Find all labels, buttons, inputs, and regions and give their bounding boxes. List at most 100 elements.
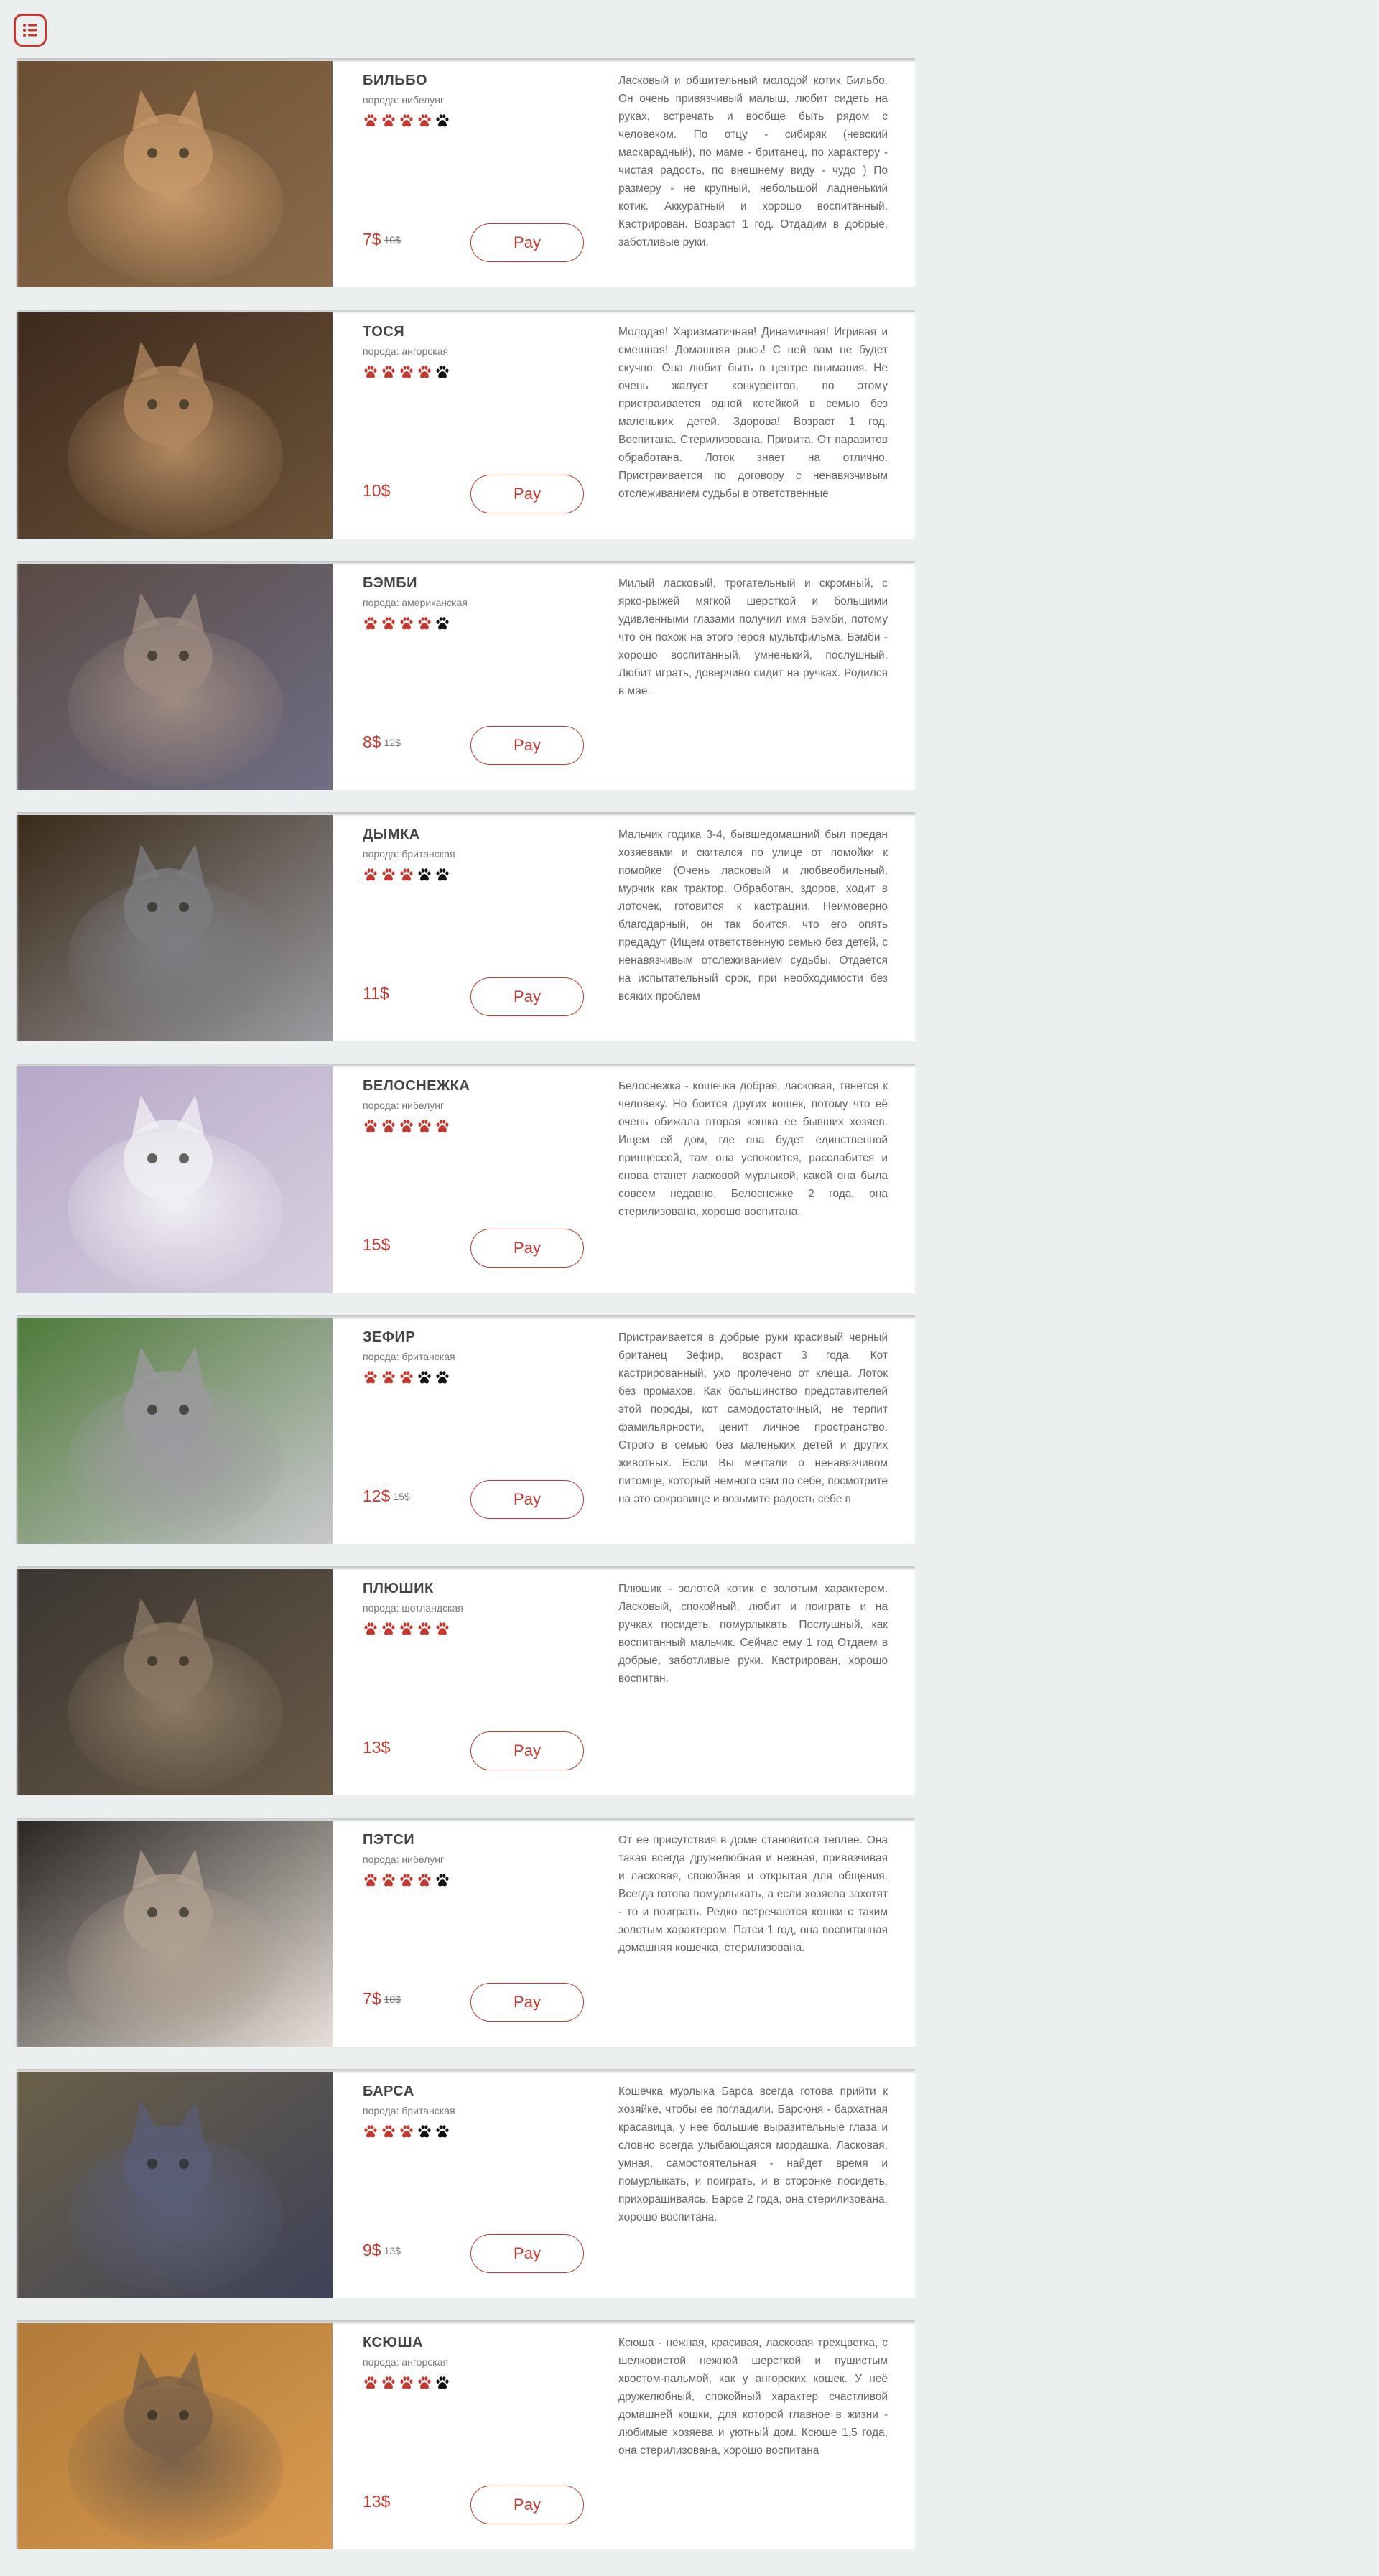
price: 7$ [363,1989,381,2008]
paw-icon [435,1621,450,1637]
rating-paws [363,364,450,380]
cat-card: БАРСА порода: британская 9$ 13$ Pay Кошеч… [16,2069,915,2298]
paw-icon [417,1621,432,1637]
rating-paws [363,1621,450,1637]
paw-icon [399,2124,414,2139]
cat-breed: порода: нибелунг [363,94,445,106]
cat-breed: порода: британская [363,1351,455,1362]
cat-info: ТОСЯ порода: ангорская 10$ Pay [363,312,600,539]
price: 10$ [363,481,391,500]
cat-description: Ласковый и общительный молодой котик Бил… [618,75,888,248]
paw-icon [435,2375,450,2391]
paw-icon [381,1621,396,1637]
paw-icon [417,2375,432,2391]
price-row: 11$ [363,984,392,1005]
pay-button[interactable]: Pay [470,977,584,1016]
cat-photo [17,61,333,287]
cat-name: ДЫМКА [363,827,420,842]
paw-icon [417,2124,432,2139]
old-price: 10$ [384,233,401,246]
rating-paws [363,2124,450,2139]
cat-name: ПЛЮШИК [363,1581,434,1596]
paw-icon [435,2124,450,2139]
cat-description: От ее присутствия в доме становится тепл… [618,1834,888,1954]
cat-photo [17,2323,333,2549]
pay-button[interactable]: Pay [470,2486,584,2524]
paw-icon [399,1621,414,1637]
paw-icon [381,2375,396,2391]
cat-photo [17,1569,333,1795]
pay-button[interactable]: Pay [470,475,584,513]
paw-icon [381,2124,396,2139]
paw-icon [363,364,379,380]
paw-icon [417,1872,432,1888]
paw-icon [399,1370,414,1385]
pay-button[interactable]: Pay [470,726,584,765]
cat-card: ДЫМКА порода: британская 11$ Pay Мальчик… [16,812,915,1041]
paw-icon [363,113,379,129]
paw-icon [363,1118,379,1134]
paw-icon [381,1872,396,1888]
cat-card: КСЮША порода: ангорская 13$ Pay Ксюша - … [16,2320,915,2549]
paw-icon [417,615,432,631]
cat-card: БЕЛОСНЕЖКА порода: нибелунг 15$ Pay Бело… [16,1064,915,1293]
paw-icon [381,364,396,380]
price: 8$ [363,733,381,751]
paw-icon [381,1118,396,1134]
pay-button[interactable]: Pay [470,223,584,262]
paw-icon [417,364,432,380]
paw-icon [381,113,396,129]
cat-card: БЭМБИ порода: американская 8$ 12$ Pay Мил… [16,561,915,790]
paw-icon [399,113,414,129]
paw-icon [417,1118,432,1134]
price-row: 15$ [363,1235,393,1257]
cat-breed: порода: американская [363,597,468,608]
price-row: 12$ 15$ [363,1487,410,1508]
paw-icon [381,867,396,883]
price-row: 13$ [363,1738,393,1759]
pay-button[interactable]: Pay [470,1229,584,1268]
paw-icon [435,867,450,883]
paw-icon [363,2124,379,2139]
paw-icon [363,615,379,631]
cat-name: ТОСЯ [363,324,405,340]
cat-breed: порода: нибелунг [363,1099,445,1111]
cat-photo [17,1318,333,1544]
pay-button[interactable]: Pay [470,2234,584,2273]
price: 7$ [363,230,381,248]
cat-breed: порода: ангорская [363,2356,449,2368]
price-row: 13$ [363,2492,393,2514]
cat-info: БАРСА порода: британская 9$ 13$ Pay [363,2072,600,2298]
cat-name: БАРСА [363,2083,414,2099]
paw-icon [381,615,396,631]
rating-paws [363,867,450,883]
old-price: 15$ [393,1490,410,1502]
paw-icon [363,1370,379,1385]
price: 15$ [363,1235,391,1254]
price-row: 7$ 10$ [363,230,401,251]
paw-icon [435,1118,450,1134]
cat-name: КСЮША [363,2335,424,2351]
cat-info: ЗЕФИР порода: британская 12$ 15$ Pay [363,1318,600,1544]
price-row: 8$ 12$ [363,733,401,754]
menu-button[interactable] [14,14,47,47]
cat-info: БЕЛОСНЕЖКА порода: нибелунг 15$ Pay [363,1066,600,1293]
cat-description: Пристраивается в добрые руки красивый че… [618,1331,888,1505]
paw-icon [435,1872,450,1888]
pay-button[interactable]: Pay [470,1731,584,1770]
rating-paws [363,113,450,129]
cat-name: БЕЛОСНЕЖКА [363,1078,470,1094]
pay-button[interactable]: Pay [470,1480,584,1519]
cat-info: БЭМБИ порода: американская 8$ 12$ Pay [363,564,600,790]
cat-name: ЗЕФИР [363,1329,416,1345]
price: 11$ [363,984,389,1003]
pay-button[interactable]: Pay [470,1983,584,2022]
cat-description: Мальчик годика 3-4, бывшедомашний был пр… [618,829,888,1003]
price: 9$ [363,2241,381,2259]
paw-icon [417,113,432,129]
paw-icon [399,1872,414,1888]
cat-info: ПЛЮШИК порода: шотландская 13$ Pay [363,1569,600,1795]
cat-photo [17,312,333,539]
cat-info: БИЛЬБО порода: нибелунг 7$ 10$ Pay [363,61,600,287]
old-price: 10$ [384,1993,401,2005]
